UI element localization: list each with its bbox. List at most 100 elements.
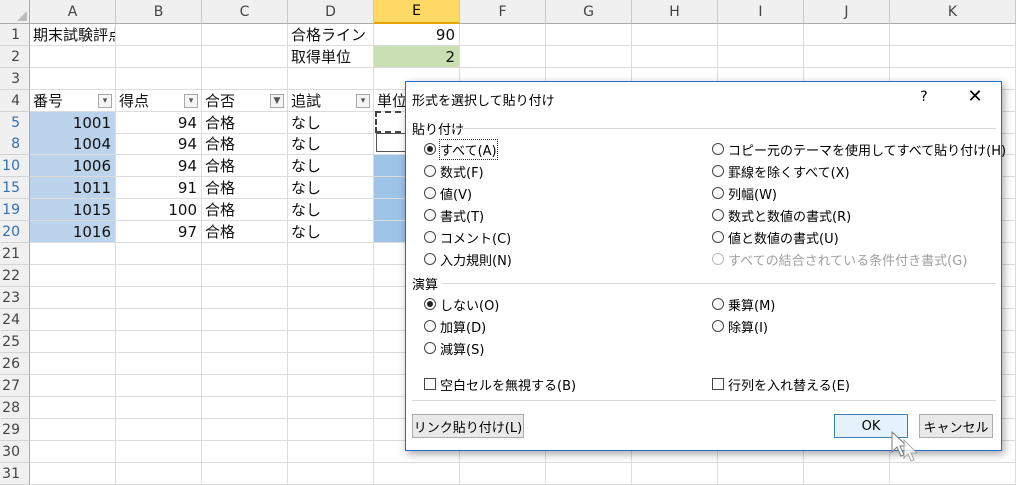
- close-icon[interactable]: ✕: [963, 87, 987, 107]
- cell[interactable]: [30, 441, 116, 463]
- cell[interactable]: [632, 46, 718, 68]
- cell[interactable]: [718, 463, 804, 485]
- cell-number[interactable]: 1016: [30, 221, 116, 243]
- cell[interactable]: [288, 265, 374, 287]
- radio-icon[interactable]: [424, 253, 436, 265]
- cell[interactable]: [30, 287, 116, 309]
- cell[interactable]: [202, 287, 288, 309]
- column-header-g[interactable]: G: [546, 0, 632, 24]
- cell[interactable]: [288, 68, 374, 90]
- cell-e1[interactable]: 90: [374, 24, 460, 46]
- cell[interactable]: [202, 24, 288, 46]
- column-header-d[interactable]: D: [288, 0, 374, 24]
- cell-retest[interactable]: なし: [288, 112, 374, 134]
- paste-option[interactable]: 数式と数値の書式(R): [712, 206, 851, 225]
- row-header-10[interactable]: 10: [0, 155, 30, 177]
- cell[interactable]: [288, 309, 374, 331]
- paste-option[interactable]: 値(V): [424, 184, 472, 203]
- cell[interactable]: [30, 353, 116, 375]
- row-header-8[interactable]: 8: [0, 133, 30, 155]
- row-header-21[interactable]: 21: [0, 243, 30, 265]
- row-header-31[interactable]: 31: [0, 463, 30, 485]
- row-header-20[interactable]: 20: [0, 221, 30, 243]
- row-header-3[interactable]: 3: [0, 68, 30, 90]
- cell[interactable]: [116, 46, 202, 68]
- cell[interactable]: [288, 353, 374, 375]
- paste-option[interactable]: 数式(F): [424, 162, 484, 181]
- column-header-j[interactable]: J: [804, 0, 890, 24]
- row-header-23[interactable]: 23: [0, 287, 30, 309]
- cell[interactable]: [30, 331, 116, 353]
- cell[interactable]: [804, 46, 890, 68]
- column-header-e[interactable]: E: [374, 0, 460, 24]
- cell[interactable]: [460, 463, 546, 485]
- row-header-27[interactable]: 27: [0, 375, 30, 397]
- cell-number[interactable]: 1006: [30, 155, 116, 177]
- cell[interactable]: [804, 463, 890, 485]
- cell[interactable]: [202, 265, 288, 287]
- paste-option[interactable]: コピー元のテーマを使用してすべて貼り付け(H): [712, 140, 1006, 159]
- radio-icon[interactable]: [712, 187, 724, 199]
- cell[interactable]: [718, 24, 804, 46]
- cell-score[interactable]: 91: [116, 177, 202, 199]
- cell[interactable]: [116, 309, 202, 331]
- radio-icon[interactable]: [712, 298, 724, 310]
- cell[interactable]: [890, 46, 1016, 68]
- paste-link-button[interactable]: リンク貼り付け(L): [412, 414, 524, 438]
- cell-d1[interactable]: 合格ライン: [288, 24, 374, 46]
- cell[interactable]: [30, 375, 116, 397]
- paste-option[interactable]: 書式(T): [424, 206, 484, 225]
- row-header-15[interactable]: 15: [0, 177, 30, 199]
- cell[interactable]: [890, 24, 1016, 46]
- operation-option[interactable]: 乗算(M): [712, 295, 775, 314]
- cell[interactable]: [546, 463, 632, 485]
- column-header-a[interactable]: A: [30, 0, 116, 24]
- filter-dropdown-icon[interactable]: ▾: [184, 94, 198, 108]
- cell-pass[interactable]: 合格: [202, 177, 288, 199]
- transpose-checkbox[interactable]: 行列を入れ替える(E): [712, 375, 850, 394]
- radio-icon[interactable]: [424, 298, 436, 310]
- cell[interactable]: [718, 46, 804, 68]
- cell[interactable]: [202, 331, 288, 353]
- cell-d2[interactable]: 取得単位: [288, 46, 374, 68]
- cell[interactable]: [202, 46, 288, 68]
- row-header-5[interactable]: 5: [0, 112, 30, 134]
- row-header-4[interactable]: 4: [0, 90, 30, 112]
- cell[interactable]: [288, 287, 374, 309]
- cell[interactable]: [460, 24, 546, 46]
- cell[interactable]: [30, 243, 116, 265]
- row-header-25[interactable]: 25: [0, 331, 30, 353]
- row-header-30[interactable]: 30: [0, 441, 30, 463]
- cell[interactable]: [632, 24, 718, 46]
- skip-blanks-checkbox[interactable]: 空白セルを無視する(B): [424, 375, 576, 394]
- cell-retest[interactable]: なし: [288, 155, 374, 177]
- radio-icon[interactable]: [424, 187, 436, 199]
- cell[interactable]: [632, 463, 718, 485]
- column-header-k[interactable]: K: [890, 0, 1016, 24]
- paste-option[interactable]: 列幅(W): [712, 184, 777, 203]
- cell[interactable]: [288, 331, 374, 353]
- filter-dropdown-icon[interactable]: ▾: [98, 94, 112, 108]
- cell-a1[interactable]: 期末試験評点: [30, 24, 116, 46]
- cell-score[interactable]: 94: [116, 112, 202, 134]
- radio-icon[interactable]: [712, 143, 724, 155]
- cell-number[interactable]: 1001: [30, 112, 116, 134]
- cell[interactable]: [288, 441, 374, 463]
- column-header-c[interactable]: C: [202, 0, 288, 24]
- cell[interactable]: [116, 24, 202, 46]
- cell-score[interactable]: 97: [116, 221, 202, 243]
- operation-option[interactable]: 減算(S): [424, 339, 484, 358]
- cell[interactable]: [30, 68, 116, 90]
- paste-option[interactable]: 罫線を除くすべて(X): [712, 162, 850, 181]
- column-header-f[interactable]: F: [460, 0, 546, 24]
- select-all-corner[interactable]: [0, 0, 30, 24]
- cell[interactable]: [890, 463, 1016, 485]
- cell[interactable]: [288, 419, 374, 441]
- cell-retest[interactable]: なし: [288, 199, 374, 221]
- row-header-29[interactable]: 29: [0, 419, 30, 441]
- row-header-28[interactable]: 28: [0, 397, 30, 419]
- column-header-i[interactable]: I: [718, 0, 804, 24]
- radio-icon[interactable]: [424, 342, 436, 354]
- radio-icon[interactable]: [424, 231, 436, 243]
- row-header-19[interactable]: 19: [0, 199, 30, 221]
